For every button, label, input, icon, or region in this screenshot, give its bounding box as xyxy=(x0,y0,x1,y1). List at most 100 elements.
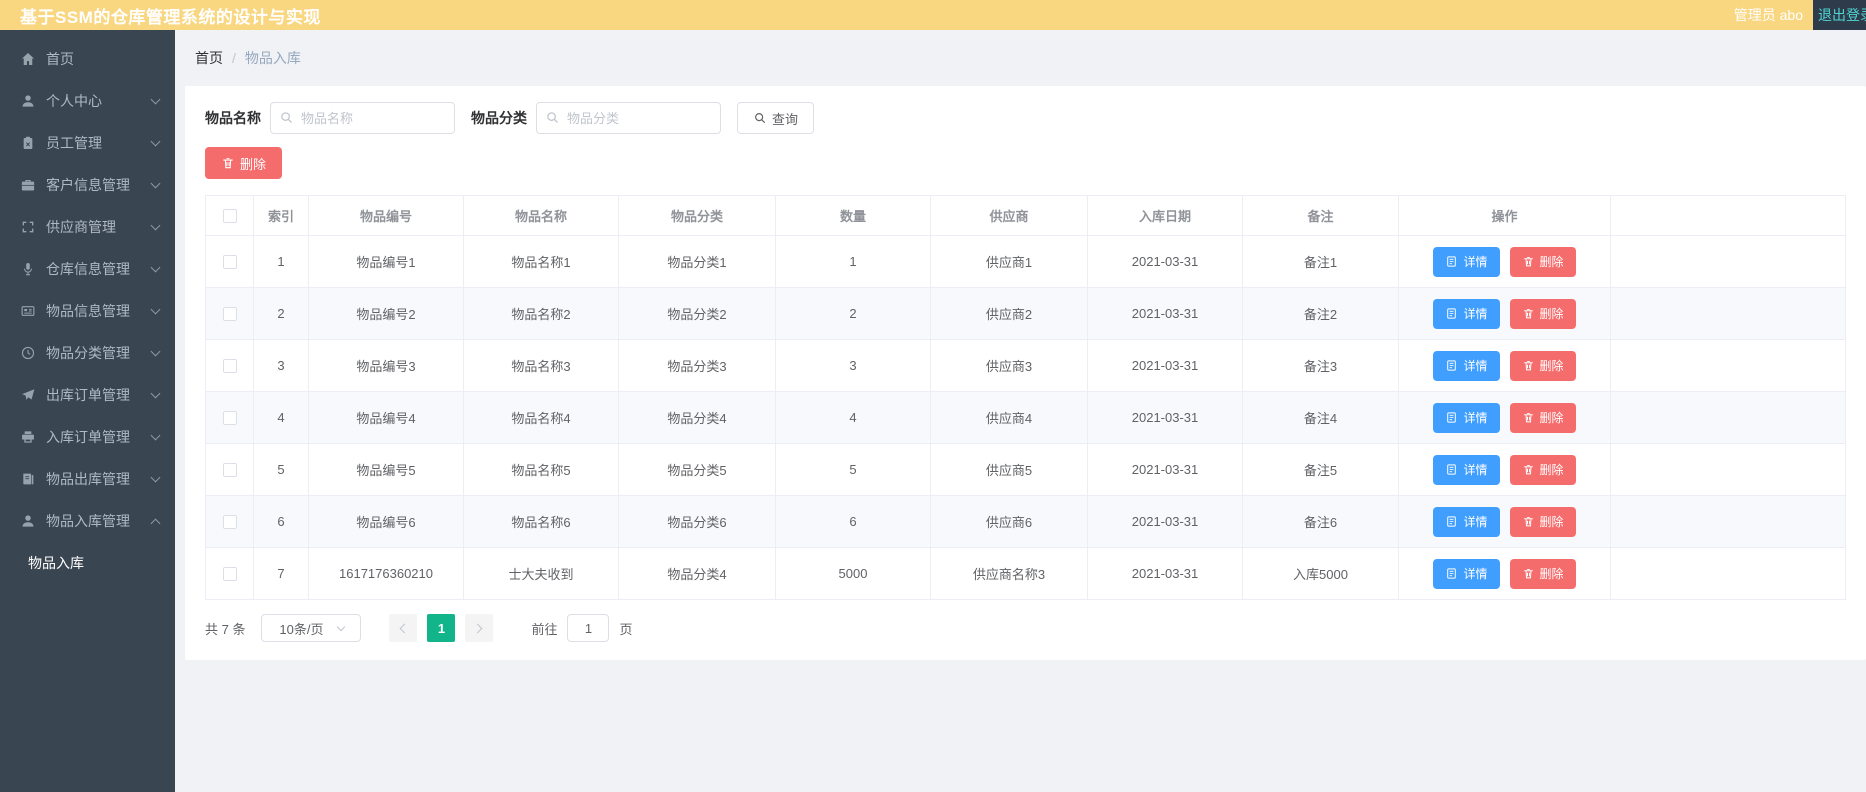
sidebar-item-supplier-management[interactable]: 供应商管理 xyxy=(0,206,175,248)
row-checkbox[interactable] xyxy=(222,307,237,322)
detail-button[interactable]: 详情 xyxy=(1433,298,1500,329)
table-body: 1 物品编号1 物品名称1 物品分类1 1 供应商1 2021-03-31 备注1 详情 删除 2 物… xyxy=(205,235,1846,600)
row-checkbox[interactable] xyxy=(222,463,237,478)
select-all-checkbox[interactable] xyxy=(222,209,237,224)
table-cell: 7 xyxy=(253,547,309,600)
sidebar-subitem-item-inbound[interactable]: 物品入库 xyxy=(0,542,175,584)
logout-button[interactable]: 退出登录 xyxy=(1813,0,1866,30)
item-category-label: 物品分类 xyxy=(471,110,527,126)
search-button-label: 查询 xyxy=(772,111,799,127)
detail-button[interactable]: 详情 xyxy=(1433,350,1500,381)
item-category-input[interactable] xyxy=(536,102,721,134)
table-cell: 4 xyxy=(253,391,309,444)
document-icon xyxy=(1445,567,1458,580)
sidebar-item-inbound-order-management[interactable]: 入库订单管理 xyxy=(0,416,175,458)
detail-button-label: 详情 xyxy=(1463,359,1488,373)
table-cell: 物品分类5 xyxy=(618,443,776,496)
sidebar-item-label: 物品入库 xyxy=(28,555,84,571)
delete-row-button[interactable]: 删除 xyxy=(1509,402,1576,433)
row-checkbox[interactable] xyxy=(222,359,237,374)
column-header: 物品分类 xyxy=(618,195,776,236)
clipboard-icon xyxy=(20,135,36,151)
column-header: 数量 xyxy=(775,195,931,236)
delete-button[interactable]: 删除 xyxy=(205,147,283,179)
table-cell: 2021-03-31 xyxy=(1087,391,1243,444)
column-header: 物品编号 xyxy=(308,195,464,236)
table-cell: 物品编号1 xyxy=(308,235,464,288)
trash-icon xyxy=(1522,411,1535,424)
row-checkbox[interactable] xyxy=(222,567,237,582)
search-button[interactable]: 查询 xyxy=(737,102,815,134)
delete-row-button[interactable]: 删除 xyxy=(1509,350,1576,381)
table-cell-filler xyxy=(1610,391,1846,444)
sidebar-item-label: 出库订单管理 xyxy=(46,387,130,403)
breadcrumb-home[interactable]: 首页 xyxy=(195,48,223,68)
delete-row-button[interactable]: 删除 xyxy=(1509,454,1576,485)
table-cell-checkbox xyxy=(205,235,254,288)
item-name-input[interactable] xyxy=(270,102,455,134)
briefcase-icon xyxy=(20,177,36,193)
table-cell-checkbox xyxy=(205,391,254,444)
detail-button[interactable]: 详情 xyxy=(1433,558,1500,589)
detail-button[interactable]: 详情 xyxy=(1433,246,1500,277)
chevron-down-icon xyxy=(150,304,161,315)
chevron-down-icon xyxy=(150,262,161,273)
table-header-row: 索引 物品编号 物品名称 物品分类 数量 供应商 入库日期 备注 操作 xyxy=(205,195,1846,236)
main-content: 首页 / 物品入库 物品名称 物品分类 查询 xyxy=(175,30,1866,792)
delete-row-button[interactable]: 删除 xyxy=(1509,506,1576,537)
sidebar-item-profile[interactable]: 个人中心 xyxy=(0,80,175,122)
document-icon xyxy=(1445,515,1458,528)
sidebar-item-customer-info-management[interactable]: 客户信息管理 xyxy=(0,164,175,206)
delete-row-button[interactable]: 删除 xyxy=(1509,298,1576,329)
current-user-label: 管理员 abo xyxy=(1733,7,1803,23)
header-select-all xyxy=(205,195,254,236)
detail-button[interactable]: 详情 xyxy=(1433,402,1500,433)
next-page-button[interactable] xyxy=(465,614,494,642)
topbar-right: 管理员 abo 退出登录 xyxy=(1734,0,1866,30)
row-checkbox[interactable] xyxy=(222,255,237,270)
document-icon xyxy=(1445,359,1458,372)
table-cell: 2 xyxy=(253,287,309,340)
delete-row-button[interactable]: 删除 xyxy=(1509,246,1576,277)
sidebar-item-item-info-management[interactable]: 物品信息管理 xyxy=(0,290,175,332)
sidebar-item-item-outbound-management[interactable]: 物品出库管理 xyxy=(0,458,175,500)
filter-row: 物品名称 物品分类 查询 xyxy=(205,102,1846,134)
item-name-label: 物品名称 xyxy=(205,110,261,126)
current-page-button[interactable]: 1 xyxy=(427,614,456,642)
table-cell-checkbox xyxy=(205,547,254,600)
row-checkbox[interactable] xyxy=(222,411,237,426)
table-cell-checkbox xyxy=(205,443,254,496)
table-cell-actions: 详情 删除 xyxy=(1398,391,1611,444)
sidebar-item-item-category-management[interactable]: 物品分类管理 xyxy=(0,332,175,374)
sidebar-item-home[interactable]: 首页 xyxy=(0,38,175,80)
table-cell: 备注6 xyxy=(1242,495,1399,548)
table-cell-actions: 详情 删除 xyxy=(1398,547,1611,600)
chevron-down-icon xyxy=(150,430,161,441)
prev-page-button[interactable] xyxy=(389,614,418,642)
page-size-select[interactable]: 10条/页 xyxy=(261,614,362,642)
crop-icon xyxy=(20,219,36,235)
column-header: 备注 xyxy=(1242,195,1399,236)
document-icon xyxy=(1445,463,1458,476)
detail-button[interactable]: 详情 xyxy=(1433,454,1500,485)
sidebar-item-item-inbound-management[interactable]: 物品入库管理 xyxy=(0,500,175,542)
delete-row-button-label: 删除 xyxy=(1539,307,1564,321)
table-cell: 4 xyxy=(775,391,931,444)
sidebar-item-label: 物品出库管理 xyxy=(46,471,130,487)
breadcrumb: 首页 / 物品入库 xyxy=(185,30,1866,86)
sidebar-item-employee-management[interactable]: 员工管理 xyxy=(0,122,175,164)
table-cell: 物品名称5 xyxy=(463,443,619,496)
trash-icon xyxy=(1522,307,1535,320)
table-row: 3 物品编号3 物品名称3 物品分类3 3 供应商3 2021-03-31 备注3 详情 删除 xyxy=(205,339,1846,392)
table-cell: 2 xyxy=(775,287,931,340)
sidebar-item-warehouse-info-management[interactable]: 仓库信息管理 xyxy=(0,248,175,290)
trash-icon xyxy=(1522,515,1535,528)
detail-button-label: 详情 xyxy=(1463,307,1488,321)
postcard-icon xyxy=(20,303,36,319)
sidebar-item-outbound-order-management[interactable]: 出库订单管理 xyxy=(0,374,175,416)
delete-row-button[interactable]: 删除 xyxy=(1509,558,1576,589)
table-cell: 2021-03-31 xyxy=(1087,495,1243,548)
detail-button[interactable]: 详情 xyxy=(1433,506,1500,537)
row-checkbox[interactable] xyxy=(222,515,237,530)
goto-page-input[interactable] xyxy=(567,614,610,642)
